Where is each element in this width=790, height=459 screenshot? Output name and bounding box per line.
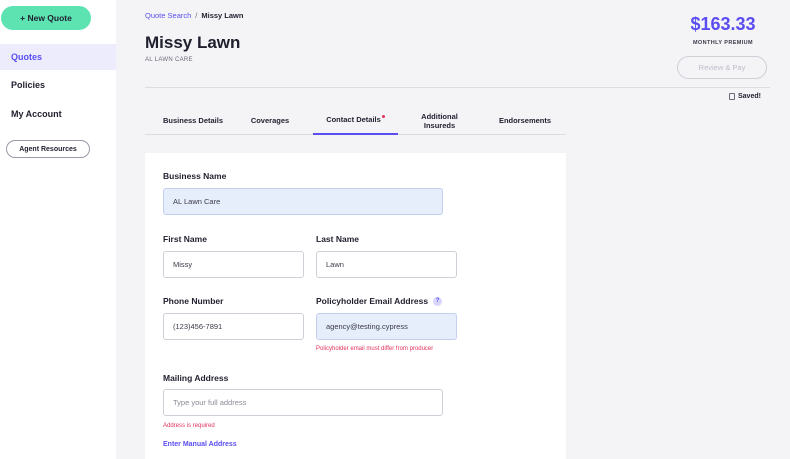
- help-icon[interactable]: ?: [433, 296, 443, 306]
- premium-label: MONTHLY PREMIUM: [692, 40, 754, 46]
- tab-label: Additional Insureds: [421, 111, 458, 130]
- business-name-label: Business Name: [163, 171, 227, 181]
- incomplete-indicator-dot: [381, 114, 385, 118]
- enter-manual-address-link[interactable]: Enter Manual Address: [163, 441, 237, 448]
- mailing-address-input[interactable]: Type your full address: [163, 389, 443, 416]
- sidebar-item-my-account[interactable]: My Account: [0, 101, 116, 127]
- email-label: Policyholder Email Address: [316, 296, 429, 306]
- agent-resources-button[interactable]: Agent Resources: [6, 140, 90, 158]
- phone-field[interactable]: (123)456-7891: [163, 313, 304, 340]
- tab-label: Business Details: [162, 116, 224, 126]
- breadcrumb-quote-search-link[interactable]: Quote Search: [145, 11, 191, 20]
- tab-business-details[interactable]: Business Details: [151, 107, 235, 135]
- new-quote-button[interactable]: + New Quote: [1, 6, 91, 30]
- tab-contact-details[interactable]: Contact Details: [313, 107, 398, 135]
- tab-label: Contact Details: [326, 115, 381, 125]
- contact-details-form: Business Name AL Lawn Care First Name Mi…: [145, 153, 566, 459]
- email-field[interactable]: agency@testing.cypress: [316, 313, 457, 340]
- tab-label: Endorsements: [498, 116, 552, 126]
- phone-label: Phone Number: [163, 296, 224, 306]
- tab-coverages[interactable]: Coverages: [242, 107, 298, 135]
- first-name-label: First Name: [163, 234, 207, 244]
- first-name-field[interactable]: Missy: [163, 251, 304, 278]
- last-name-label: Last Name: [316, 234, 359, 244]
- breadcrumb: Quote Search / Missy Lawn: [145, 11, 243, 20]
- tab-label: Coverages: [250, 116, 290, 126]
- tab-endorsements[interactable]: Endorsements: [490, 107, 560, 135]
- review-pay-button[interactable]: Review & Pay: [677, 56, 767, 79]
- breadcrumb-separator: /: [195, 11, 198, 20]
- tab-additional-insureds[interactable]: Additional Insureds: [412, 107, 467, 135]
- business-name-field[interactable]: AL Lawn Care: [163, 188, 443, 215]
- saved-status: Saved!: [729, 93, 761, 100]
- address-error-message: Address is required: [163, 423, 215, 429]
- email-error-message: Policyholder email must differ from prod…: [316, 346, 434, 352]
- last-name-field[interactable]: Lawn: [316, 251, 457, 278]
- page-title: Missy Lawn: [145, 33, 241, 52]
- business-subtitle: AL LAWN CARE: [145, 57, 193, 63]
- mailing-address-label: Mailing Address: [163, 373, 229, 383]
- sidebar-item-quotes[interactable]: Quotes: [0, 44, 116, 70]
- sidebar: + New Quote Quotes Policies My Account A…: [0, 0, 116, 459]
- breadcrumb-current: Missy Lawn: [201, 11, 244, 20]
- header-divider: [145, 87, 770, 88]
- premium-amount: $163.33: [690, 14, 756, 34]
- email-label-row: Policyholder Email Address ?: [316, 296, 443, 306]
- saved-status-label: Saved!: [738, 93, 761, 100]
- sidebar-item-policies[interactable]: Policies: [0, 72, 116, 98]
- document-icon: [729, 93, 735, 100]
- quote-tabs: Business Details Coverages Contact Detai…: [145, 107, 566, 135]
